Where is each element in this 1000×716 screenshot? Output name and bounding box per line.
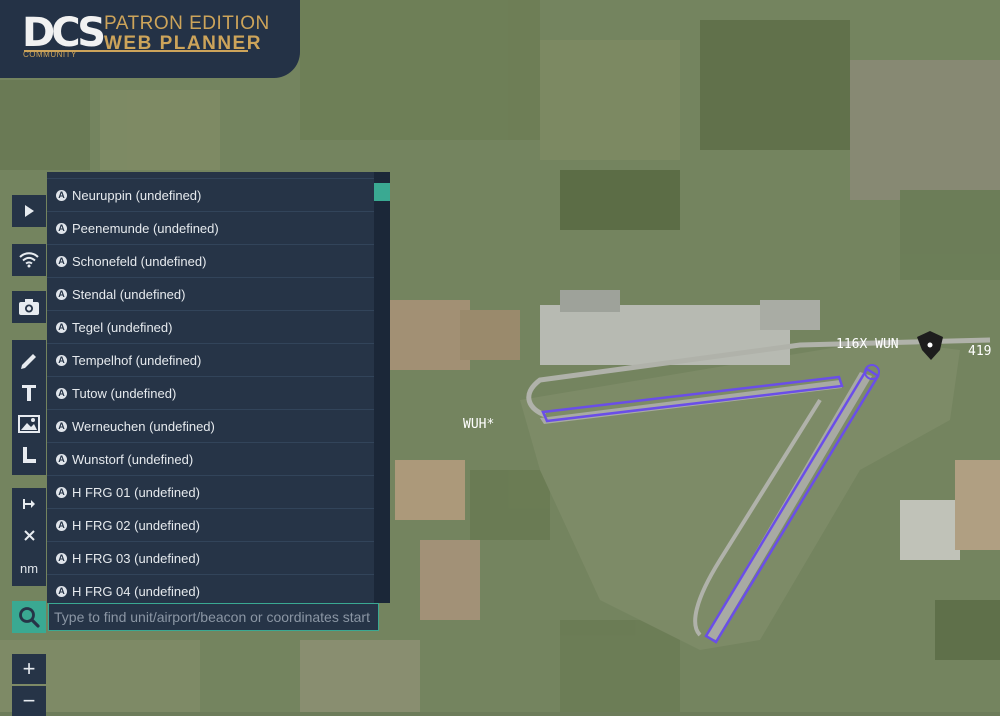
search-input[interactable] — [48, 603, 379, 631]
ruler-icon — [23, 447, 36, 464]
search-result-label: Werneuchen (undefined) — [72, 418, 215, 434]
logo-underline — [24, 50, 248, 52]
airbase-icon: A — [56, 552, 67, 564]
zoom-in-button[interactable]: + — [12, 654, 46, 684]
draw-toolbar — [12, 340, 46, 475]
search-result-label: H FRG 04 (undefined) — [72, 583, 200, 599]
search-result-item[interactable]: A Schonefeld (undefined) — [47, 245, 374, 278]
wifi-icon — [19, 252, 39, 268]
search-result-label: Tutow (undefined) — [72, 385, 177, 401]
play-button[interactable] — [12, 195, 46, 227]
airbase-icon: A — [56, 321, 67, 333]
search-result-item[interactable]: A H FRG 04 (undefined) — [47, 575, 374, 603]
search-result-item[interactable]: A Tempelhof (undefined) — [47, 344, 374, 377]
play-icon — [25, 205, 34, 217]
close-icon — [23, 530, 35, 541]
text-button[interactable] — [21, 384, 37, 402]
search-results-dropdown: A Neuruppin (undefined) A Peenemunde (undef… — [47, 172, 390, 603]
app-logo: DCS COMMUNITY PATRON EDITION WEB PLANNER — [0, 0, 300, 78]
search-icon — [19, 607, 40, 628]
search-result-item[interactable]: A Werneuchen (undefined) — [47, 410, 374, 443]
units-toggle[interactable]: nm — [20, 561, 38, 576]
text-icon — [22, 384, 36, 401]
airbase-icon: A — [56, 585, 67, 597]
airbase-icon: A — [56, 354, 67, 366]
search-result-item[interactable]: A H FRG 01 (undefined) — [47, 476, 374, 509]
results-scrollbar[interactable] — [374, 172, 390, 603]
network-button[interactable] — [12, 244, 46, 276]
airbase-icon: A — [56, 255, 67, 267]
airbase-icon: A — [56, 486, 67, 498]
search-result-item[interactable]: A Tutow (undefined) — [47, 377, 374, 410]
airbase-icon: A — [56, 519, 67, 531]
search-result-label: Peenemunde (undefined) — [72, 220, 219, 236]
search-result-item[interactable]: A H FRG 02 (undefined) — [47, 509, 374, 542]
camera-icon — [19, 299, 39, 315]
measure-toolbar: nm — [12, 488, 46, 586]
airbase-icon: A — [56, 189, 67, 201]
search-result-item[interactable]: A Tegel (undefined) — [47, 311, 374, 344]
image-icon — [18, 415, 40, 434]
search-button[interactable] — [12, 601, 46, 633]
draw-button[interactable] — [19, 351, 39, 371]
search-result-label: Tempelhof (undefined) — [72, 352, 202, 368]
search-result-item[interactable]: A Peenemunde (undefined) — [47, 212, 374, 245]
airbase-icon: A — [56, 420, 67, 432]
search-result-label: Schonefeld (undefined) — [72, 253, 207, 269]
search-result-item[interactable]: A Wunstorf (undefined) — [47, 443, 374, 476]
search-result-label: H FRG 02 (undefined) — [72, 517, 200, 533]
search-result-label: Tegel (undefined) — [72, 319, 173, 335]
airbase-icon: A — [56, 387, 67, 399]
screenshot-button[interactable] — [12, 291, 46, 323]
search-result-label: Wunstorf (undefined) — [72, 451, 194, 467]
search-result-clipped[interactable] — [47, 172, 374, 179]
image-button[interactable] — [18, 415, 40, 434]
airbase-icon: A — [56, 222, 67, 234]
airbase-icon: A — [56, 288, 67, 300]
ruler-button[interactable] — [21, 446, 37, 464]
results-scrollbar-thumb[interactable] — [374, 183, 390, 201]
logo-patron-text: PATRON EDITION — [104, 13, 270, 34]
search-results-list: A Neuruppin (undefined) A Peenemunde (undef… — [47, 172, 374, 603]
pencil-icon — [21, 353, 36, 369]
measure-button[interactable] — [22, 498, 36, 510]
search-result-label: Stendal (undefined) — [72, 286, 186, 302]
measure-icon — [23, 499, 35, 509]
search-result-item[interactable]: A H FRG 03 (undefined) — [47, 542, 374, 575]
clear-measure-button[interactable] — [23, 530, 35, 541]
search-result-item[interactable]: A Neuruppin (undefined) — [47, 179, 374, 212]
airbase-icon: A — [56, 453, 67, 465]
search-result-item[interactable]: A Stendal (undefined) — [47, 278, 374, 311]
search-result-label: H FRG 01 (undefined) — [72, 484, 200, 500]
search-result-label: Neuruppin (undefined) — [72, 187, 202, 203]
search-result-label: H FRG 03 (undefined) — [72, 550, 200, 566]
